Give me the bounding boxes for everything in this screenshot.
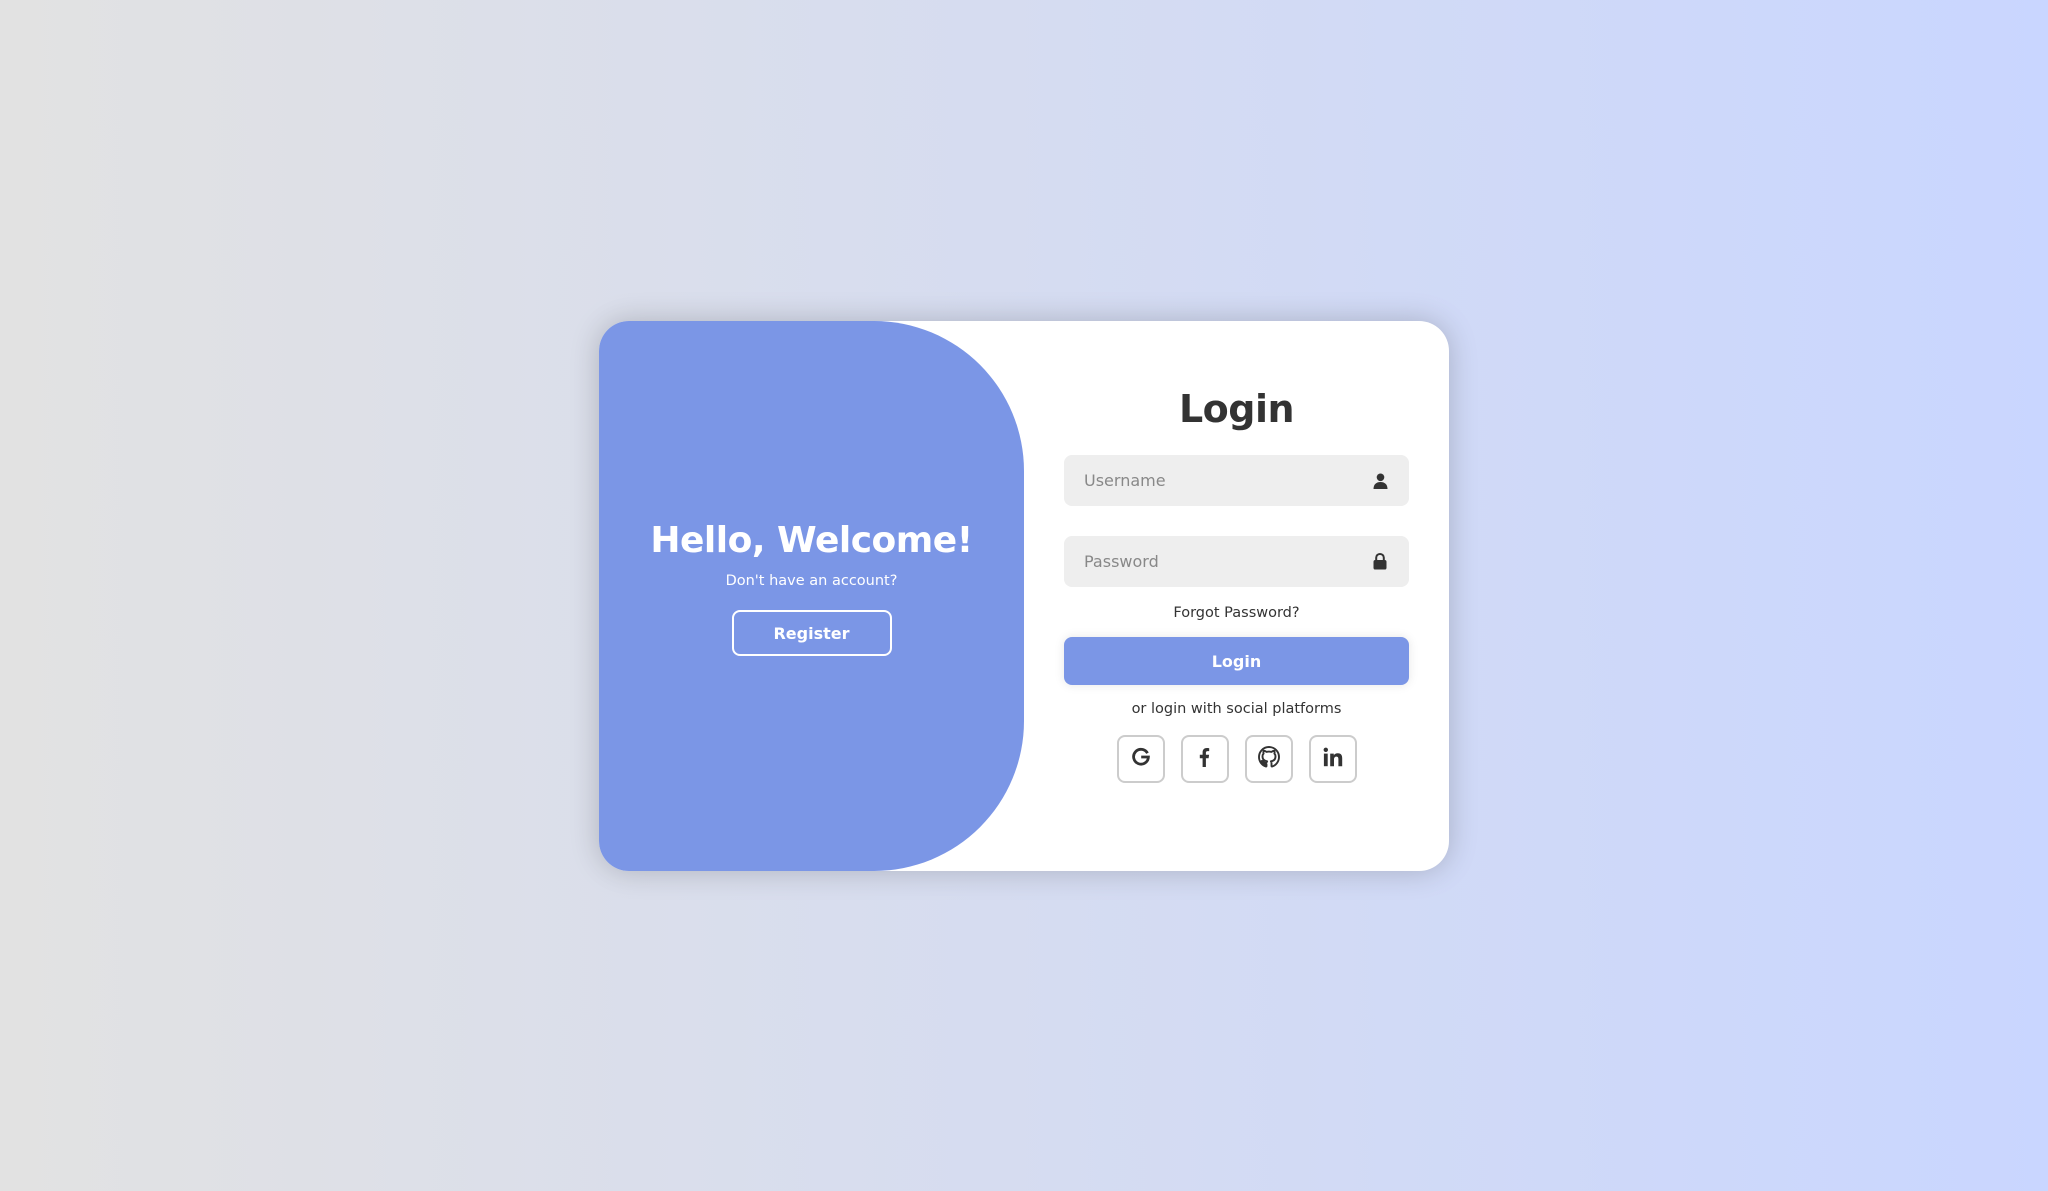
facebook-button[interactable] [1180, 735, 1229, 783]
github-button[interactable] [1244, 735, 1293, 783]
google-button[interactable] [1116, 735, 1165, 783]
welcome-title: Hello, Welcome! [650, 520, 973, 561]
linkedin-icon [1323, 747, 1343, 771]
facebook-icon [1199, 747, 1211, 771]
social-icons-row [1116, 735, 1357, 783]
register-button[interactable]: Register [731, 610, 892, 656]
lock-icon [1371, 553, 1389, 571]
linkedin-button[interactable] [1308, 735, 1357, 783]
welcome-subtitle: Don't have an account? [725, 573, 898, 589]
login-title: Login [1178, 387, 1295, 431]
password-input[interactable] [1064, 536, 1409, 587]
forgot-password-link[interactable]: Forgot Password? [1173, 605, 1299, 621]
social-login-text: or login with social platforms [1131, 701, 1342, 717]
google-icon [1131, 747, 1151, 771]
welcome-panel: Hello, Welcome! Don't have an account? R… [599, 321, 1024, 871]
username-input[interactable] [1064, 455, 1409, 506]
user-icon [1371, 472, 1389, 490]
github-icon [1257, 746, 1280, 772]
username-field-wrapper [1064, 455, 1409, 506]
login-button[interactable]: Login [1064, 637, 1409, 685]
login-form: Login Forgot Password? Login or login wi… [1024, 321, 1449, 871]
login-card: Hello, Welcome! Don't have an account? R… [599, 321, 1449, 871]
password-field-wrapper [1064, 536, 1409, 587]
